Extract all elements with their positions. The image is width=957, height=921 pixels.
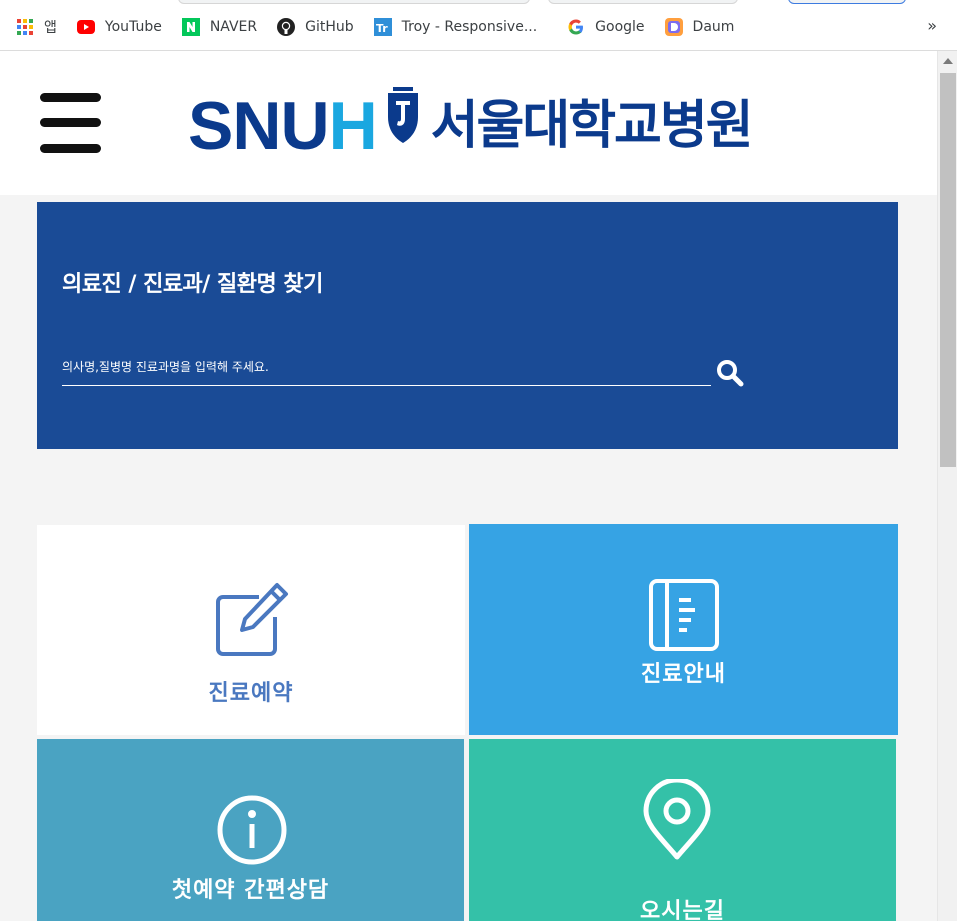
- bookmarks-bar: 앱 YouTube NAVER GitHub Tr Troy - Respons…: [0, 0, 957, 51]
- bookmark-daum[interactable]: Daum: [664, 18, 735, 36]
- search-input[interactable]: [62, 348, 711, 386]
- logo-text-h: H: [328, 88, 378, 164]
- github-icon: [277, 18, 296, 36]
- tab-strip-remnant: [788, 0, 906, 4]
- page-viewport: SNU H 서울대학교병원 의료진 / 진료과/ 질환명 찾기 진료예약: [0, 51, 937, 921]
- reservation-edit-icon: [216, 583, 288, 656]
- tile-label: 진료예약: [208, 681, 294, 706]
- bookmark-label: Daum: [692, 19, 735, 35]
- bookmark-naver[interactable]: NAVER: [181, 18, 258, 36]
- site-header: SNU H 서울대학교병원: [0, 51, 937, 195]
- tile-directions[interactable]: 오시는길: [469, 739, 896, 921]
- vertical-scrollbar[interactable]: [937, 51, 957, 921]
- tab-strip-remnant: [178, 0, 530, 4]
- tile-first-reservation-consult[interactable]: 첫예약 간편상담: [37, 739, 464, 921]
- bookmark-google[interactable]: Google: [567, 18, 645, 36]
- logo-text-korean: 서울대학교병원: [430, 96, 754, 156]
- logo-text-snu: SNU: [188, 88, 330, 164]
- bookmark-apps[interactable]: 앱: [16, 17, 57, 37]
- info-icon: [217, 795, 287, 865]
- search-title: 의료진 / 진료과/ 질환명 찾기: [62, 272, 323, 297]
- svg-text:Tr: Tr: [376, 22, 388, 35]
- youtube-icon: [76, 18, 95, 36]
- google-icon: [567, 18, 585, 36]
- bookmarks-more-button[interactable]: »: [927, 16, 937, 35]
- bookmark-label: Google: [595, 19, 645, 35]
- bookmark-label: GitHub: [305, 19, 354, 35]
- troy-icon: Tr: [373, 18, 392, 36]
- bookmark-label: Troy - Responsive...: [401, 19, 538, 35]
- scrollbar-thumb[interactable]: [940, 73, 956, 467]
- tile-label: 진료안내: [641, 662, 726, 687]
- tile-medical-guide[interactable]: 진료안내: [469, 524, 898, 735]
- daum-icon: [664, 18, 683, 36]
- location-pin-icon: [643, 779, 711, 860]
- search-icon: [717, 360, 744, 387]
- bookmark-label: NAVER: [209, 19, 258, 35]
- bookmark-troy[interactable]: Tr Troy - Responsive...: [373, 18, 538, 36]
- snuh-logo[interactable]: SNU H 서울대학교병원: [188, 87, 754, 164]
- snuh-emblem-icon: [387, 87, 418, 143]
- bookmark-youtube[interactable]: YouTube: [76, 18, 162, 36]
- hamburger-menu-button[interactable]: [40, 91, 101, 155]
- scroll-up-arrow-icon[interactable]: [943, 58, 953, 64]
- tile-label: 오시는길: [640, 899, 725, 921]
- naver-icon: [181, 18, 200, 36]
- bookmark-label: 앱: [44, 20, 57, 36]
- tab-strip-remnant: [548, 0, 738, 4]
- doctor-search-panel: 의료진 / 진료과/ 질환명 찾기: [37, 202, 898, 449]
- bookmark-label: YouTube: [104, 19, 162, 35]
- tile-reservation[interactable]: 진료예약: [37, 525, 465, 735]
- menu-bar: [40, 118, 101, 127]
- apps-grid-icon: [16, 18, 34, 36]
- menu-bar: [40, 93, 101, 102]
- bookmark-github[interactable]: GitHub: [277, 18, 354, 36]
- search-button[interactable]: [715, 358, 745, 388]
- notebook-icon: [649, 579, 719, 651]
- tile-label: 첫예약 간편상담: [171, 878, 330, 903]
- menu-bar: [40, 144, 101, 153]
